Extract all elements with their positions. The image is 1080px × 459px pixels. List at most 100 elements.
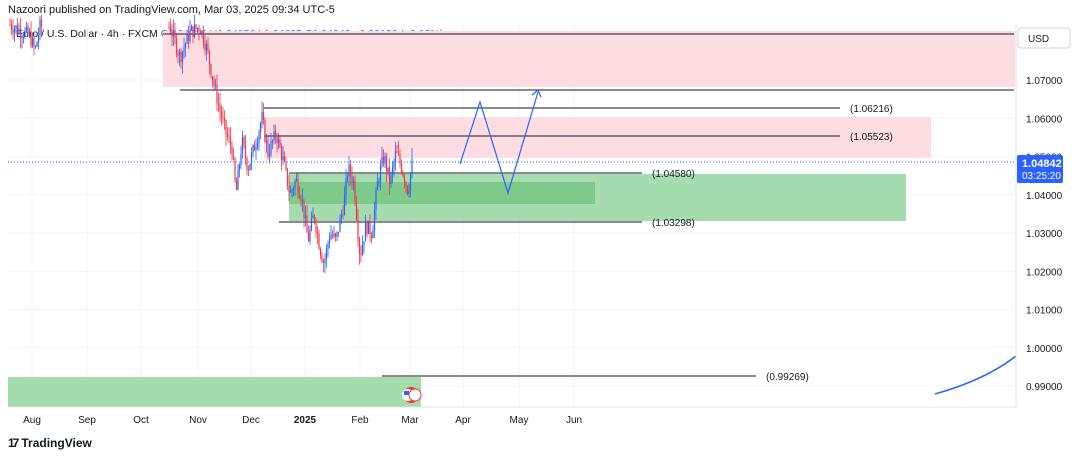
candle-body — [34, 46, 37, 48]
candle-body — [327, 243, 329, 249]
candle-body — [312, 215, 314, 219]
candle-body — [229, 137, 232, 146]
candle-body — [15, 25, 17, 29]
candle-body — [289, 191, 292, 193]
candle-body — [363, 241, 365, 245]
candle-body — [249, 163, 251, 171]
candle-body — [258, 132, 260, 143]
candle-body — [273, 131, 275, 141]
time-tick-label: Oct — [133, 415, 149, 426]
candle-body — [354, 180, 356, 202]
price-tick-label: 1.00000 — [1026, 344, 1063, 355]
demand-zone-inner — [289, 182, 595, 204]
candle-body — [388, 167, 391, 184]
candle-body — [346, 176, 349, 179]
candle-body — [223, 117, 226, 121]
time-tick-label: 2025 — [294, 415, 317, 426]
candle-body — [304, 215, 307, 218]
candle-body — [396, 151, 398, 153]
supply-zone-upper — [163, 31, 1015, 87]
candle-body — [409, 174, 412, 191]
time-tick-label: Apr — [455, 415, 471, 426]
candle-body — [406, 185, 409, 194]
candle-body — [169, 27, 172, 33]
level-label-1-05523: (1.05523) — [850, 132, 893, 143]
curve-drawing — [934, 355, 1017, 395]
demand-zone-bottom — [8, 377, 421, 407]
candle-body — [253, 145, 256, 151]
candle-body — [240, 154, 242, 166]
candle-body — [394, 151, 397, 162]
currency-button[interactable]: USD — [1017, 27, 1071, 49]
candle-body — [199, 31, 202, 34]
candle-body — [235, 180, 238, 190]
candle-body — [285, 161, 287, 169]
candle-body — [357, 219, 359, 240]
candle-body — [36, 42, 38, 47]
candle-body — [190, 26, 193, 30]
candle-body — [334, 233, 337, 237]
candle-body — [319, 248, 322, 256]
candle-body — [270, 141, 272, 155]
candle-body — [37, 35, 40, 43]
candle-body — [343, 195, 346, 215]
tradingview-footer[interactable]: 17 TradingView — [8, 436, 92, 450]
candle-body — [283, 156, 286, 162]
candle-body — [175, 37, 178, 54]
candle-body — [202, 31, 205, 44]
candle-body — [375, 190, 377, 210]
price-chart[interactable]: (1.06216) (1.05523) (1.04580) (1.03298) … — [0, 0, 1080, 459]
candle-body — [274, 131, 277, 138]
candle-body — [333, 233, 335, 237]
candle-body — [210, 64, 212, 77]
candle-body — [244, 145, 247, 159]
candle-body — [222, 117, 224, 119]
time-tick-label: Mar — [401, 415, 419, 426]
candle-body — [216, 84, 218, 104]
time-tick-label: Nov — [189, 415, 207, 426]
candle-body — [246, 158, 248, 170]
candle-body — [189, 29, 191, 42]
candle-body — [408, 190, 410, 194]
candle-body — [276, 137, 278, 144]
candle-body — [12, 29, 14, 33]
time-tick-label: Sep — [78, 415, 96, 426]
candle-body — [25, 26, 28, 31]
candle-body — [348, 164, 350, 177]
candle-body — [367, 220, 370, 234]
price-axis[interactable]: 1.070001.060001.050001.040001.030001.020… — [1026, 76, 1063, 393]
candle-body — [402, 172, 404, 176]
price-tick-label: 1.01000 — [1026, 306, 1063, 317]
price-tick-label: 1.04000 — [1026, 191, 1063, 202]
candle-body — [208, 51, 211, 65]
candle-body — [198, 28, 200, 32]
candle-body — [195, 24, 197, 29]
candle-body — [307, 232, 310, 242]
current-price-tag: 1.04842 03:25:20 — [1017, 155, 1063, 183]
candle-body — [366, 222, 368, 234]
candle-body — [225, 120, 227, 135]
candle-body — [391, 167, 394, 175]
candle-body — [10, 24, 13, 30]
candle-body — [313, 215, 316, 221]
candle-body — [397, 152, 400, 155]
price-tick-label: 1.02000 — [1026, 267, 1063, 278]
candle-body — [297, 178, 299, 194]
time-axis[interactable]: Aug Sep Oct Nov Dec 2025 Feb Mar Apr May Jun — [23, 415, 582, 426]
candle-body — [177, 53, 179, 56]
candle-body — [340, 214, 343, 219]
candle-body — [213, 80, 215, 86]
candle-body — [303, 199, 305, 218]
candle-body — [328, 239, 331, 244]
candle-body — [369, 220, 371, 235]
candle-body — [316, 232, 319, 234]
candle-body — [280, 147, 283, 161]
candle-body — [261, 112, 263, 125]
candle-body — [21, 37, 23, 39]
level-label-1-04580: (1.04580) — [652, 169, 695, 180]
price-tick-label: 1.06000 — [1026, 114, 1063, 125]
candle-body — [255, 146, 257, 151]
countdown-timer: 03:25:20 — [1022, 171, 1061, 182]
candle-body — [318, 233, 320, 249]
candle-body — [187, 33, 190, 42]
